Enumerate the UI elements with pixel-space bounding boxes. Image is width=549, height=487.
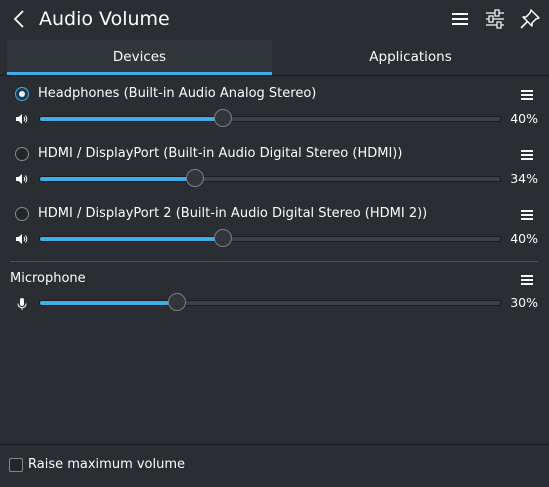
volume-slider[interactable] [39, 116, 501, 122]
page-title: Audio Volume [39, 8, 170, 30]
hamburger-menu-icon [521, 210, 533, 220]
hamburger-menu-icon [521, 150, 533, 160]
volume-percent: 40% [510, 111, 538, 126]
tab-applications[interactable]: Applications [272, 40, 549, 75]
mute-button[interactable] [15, 111, 29, 125]
menu-button[interactable] [449, 8, 471, 30]
header-bar: Audio Volume [0, 0, 549, 40]
hamburger-menu-icon [521, 90, 533, 100]
device-default-radio[interactable] [15, 147, 29, 161]
volume-slider-handle[interactable] [186, 169, 205, 187]
microphone-volume-slider[interactable] [39, 300, 501, 306]
speaker-volume-icon [16, 174, 28, 184]
volume-slider-handle[interactable] [214, 229, 232, 247]
device-name: Headphones (Built-in Audio Analog Stereo… [38, 86, 317, 101]
section-divider [10, 261, 538, 262]
mic-mute-button[interactable] [15, 296, 29, 310]
footer-bar: Raise maximum volume [0, 444, 549, 487]
volume-slider-fill [40, 237, 224, 241]
speaker-volume-icon [16, 234, 28, 244]
device-name: HDMI / DisplayPort 2 (Built-in Audio Dig… [38, 206, 428, 221]
raise-max-volume-label[interactable]: Raise maximum volume [28, 457, 185, 473]
volume-slider[interactable] [39, 176, 501, 182]
device-menu-button[interactable] [520, 147, 534, 161]
pin-button[interactable] [519, 8, 541, 30]
volume-percent: 34% [510, 171, 538, 186]
configure-sliders-icon [486, 9, 504, 29]
volume-slider-handle[interactable] [168, 293, 186, 311]
volume-slider[interactable] [39, 236, 501, 242]
microphone-label: Microphone [10, 271, 86, 286]
volume-percent: 30% [510, 295, 538, 310]
device-name: HDMI / DisplayPort (Built-in Audio Digit… [38, 146, 403, 161]
raise-max-volume-checkbox[interactable] [9, 458, 23, 472]
hamburger-menu-icon [452, 13, 468, 25]
device-default-radio[interactable] [15, 207, 29, 221]
volume-slider-handle[interactable] [214, 109, 232, 127]
device-menu-button[interactable] [520, 87, 534, 101]
device-menu-button[interactable] [520, 207, 534, 221]
volume-slider-fill [40, 117, 224, 121]
tab-devices[interactable]: Devices [7, 40, 272, 75]
configure-button[interactable] [484, 8, 506, 30]
mute-button[interactable] [15, 171, 29, 185]
back-button[interactable] [10, 8, 30, 30]
tab-bar: Devices Applications [0, 40, 549, 75]
volume-percent: 40% [510, 231, 538, 246]
microphone-icon [17, 298, 27, 310]
hamburger-menu-icon [521, 275, 533, 285]
chevron-left-icon [13, 10, 24, 28]
tabs-divider [0, 75, 549, 76]
speaker-volume-icon [16, 114, 28, 124]
volume-slider-fill [40, 301, 178, 305]
volume-slider-fill [40, 177, 197, 181]
device-default-radio[interactable] [15, 87, 29, 101]
mute-button[interactable] [15, 231, 29, 245]
pin-icon [520, 9, 540, 29]
microphone-menu-button[interactable] [520, 272, 534, 286]
